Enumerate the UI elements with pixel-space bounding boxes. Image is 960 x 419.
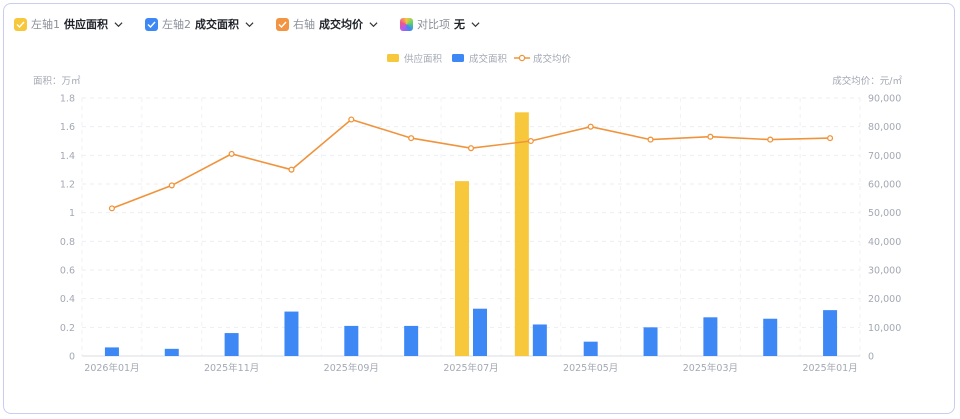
bar-deal-area[interactable]	[643, 327, 658, 356]
bar-deal-area[interactable]	[344, 325, 359, 356]
legend-label: 成交均价	[533, 53, 572, 65]
point-avg-price[interactable]	[527, 137, 534, 145]
point-avg-price[interactable]	[408, 135, 415, 142]
right-axis-tick-label: 50,000	[868, 208, 901, 219]
x-axis-tick-label: 2025年09月	[324, 362, 379, 374]
right-axis-tick-label: 40,000	[868, 237, 901, 248]
left-axis-tick-label: 0	[69, 352, 75, 363]
x-axis-tick-label: 2025年05月	[563, 362, 618, 374]
bar-deal-area[interactable]	[164, 348, 179, 356]
point-avg-price[interactable]	[288, 166, 295, 173]
bar-deal-area[interactable]	[404, 325, 419, 356]
point-avg-price[interactable]	[647, 136, 654, 143]
x-axis-tick-label: 2026年01月	[84, 362, 139, 374]
left-axis-tick-label: 1.8	[60, 94, 75, 105]
point-avg-price[interactable]	[168, 182, 175, 189]
legend-label: 成交面积	[469, 53, 508, 65]
left-axis-tick-label: 0.8	[60, 237, 75, 248]
legend-swatch[interactable]	[452, 54, 464, 62]
right-axis-tick-label: 60,000	[868, 180, 901, 191]
left-axis-title: 面积：万㎡	[33, 75, 81, 87]
bar-deal-area[interactable]	[583, 341, 598, 356]
right-axis-tick-label: 70,000	[868, 151, 901, 162]
left-axis-tick-label: 1	[69, 208, 75, 219]
left-axis-tick-label: 1.4	[60, 151, 75, 162]
bar-deal-area[interactable]	[473, 308, 487, 356]
point-avg-price[interactable]	[587, 123, 594, 130]
left-axis-tick-label: 1.2	[60, 180, 75, 191]
legend-swatch-marker[interactable]	[518, 54, 526, 62]
bar-deal-area[interactable]	[763, 318, 778, 356]
bar-deal-area[interactable]	[532, 324, 547, 356]
bar-deal-area[interactable]	[284, 311, 299, 356]
legend-swatch[interactable]	[387, 54, 399, 62]
right-axis-tick-label: 0	[868, 352, 874, 363]
right-axis-tick-label: 90,000	[868, 94, 901, 105]
bar-deal-area[interactable]	[823, 310, 838, 356]
point-avg-price[interactable]	[348, 116, 355, 123]
x-axis-tick-label: 2025年07月	[443, 362, 498, 374]
combo-chart: 0 0.2 0.4 0.6 0.8 1 1.2 1.4 1.6 1.8 0 10,000 20,000 3…	[33, 53, 902, 374]
x-axis-tick-label: 2025年03月	[683, 362, 738, 374]
right-axis-title: 成交均价：元/㎡	[832, 75, 902, 87]
left-axis-tick-label: 0.6	[60, 266, 75, 277]
x-axis-tick-label: 2025年11月	[204, 362, 259, 374]
bar-supply-area[interactable]	[514, 112, 529, 356]
legend-label: 供应面积	[404, 53, 443, 65]
left-axis-tick-label: 0.4	[60, 294, 75, 305]
bar-deal-area[interactable]	[104, 347, 119, 356]
point-avg-price[interactable]	[467, 145, 475, 152]
point-avg-price[interactable]	[108, 205, 115, 212]
right-axis-tick-label: 10,000	[868, 323, 901, 334]
point-avg-price[interactable]	[827, 135, 834, 142]
right-axis-tick-label: 30,000	[868, 266, 901, 277]
point-avg-price[interactable]	[767, 136, 774, 143]
right-axis-tick-label: 80,000	[868, 122, 901, 133]
x-axis-tick-label: 2025年01月	[802, 362, 857, 374]
left-axis-tick-label: 0.2	[60, 323, 75, 334]
line-avg-price	[111, 118, 831, 210]
point-avg-price[interactable]	[707, 133, 714, 140]
right-axis-tick-label: 20,000	[868, 294, 901, 305]
bar-supply-area[interactable]	[455, 181, 469, 356]
bar-deal-area[interactable]	[703, 317, 718, 356]
point-avg-price[interactable]	[228, 150, 235, 157]
left-axis-tick-label: 1.6	[60, 122, 75, 133]
bar-deal-area[interactable]	[224, 333, 239, 356]
